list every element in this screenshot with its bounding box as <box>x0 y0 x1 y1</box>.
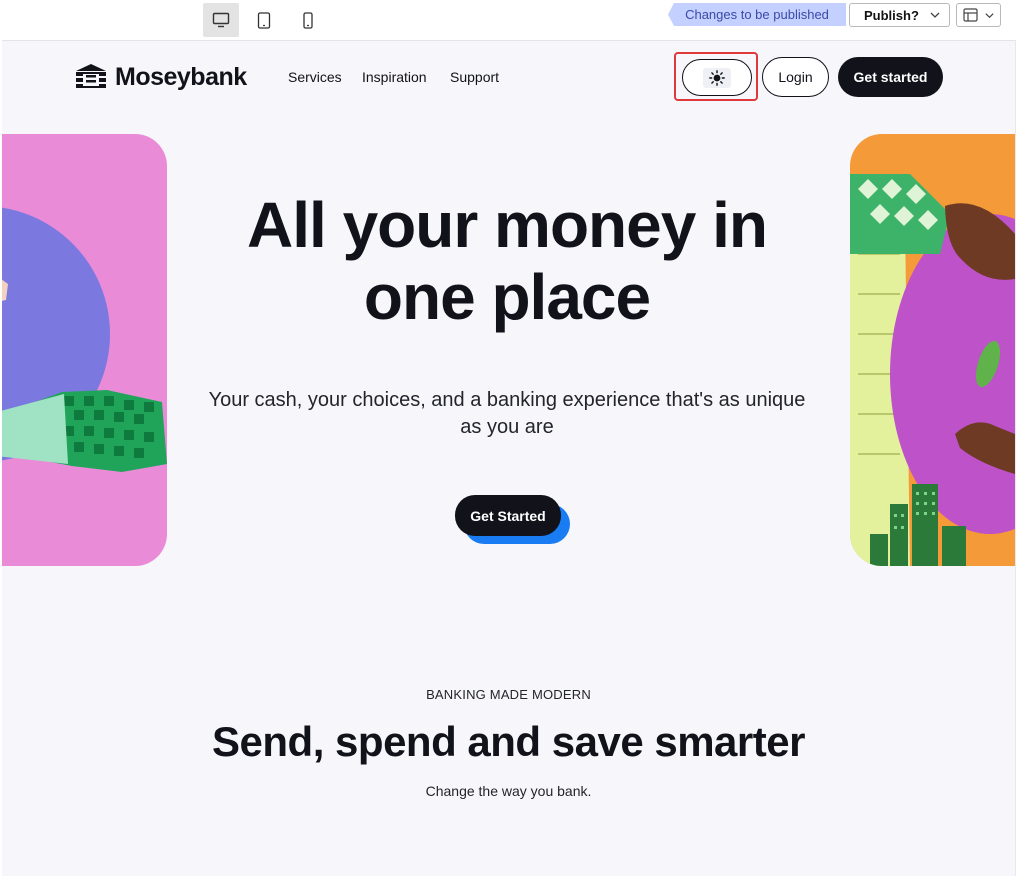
sun-icon <box>709 69 725 86</box>
bank-logo-icon <box>76 64 106 88</box>
theme-toggle-knob <box>703 67 731 88</box>
tablet-view-button[interactable] <box>246 3 282 37</box>
publish-button-label: Publish? <box>864 7 919 23</box>
theme-toggle-button[interactable] <box>682 59 752 96</box>
editor-toolbar: Changes to be published Publish? <box>0 0 1023 40</box>
mobile-icon <box>303 11 313 29</box>
layout-menu-button[interactable] <box>956 3 1001 27</box>
section-subtitle: Change the way you bank. <box>425 783 592 799</box>
layout-icon <box>963 8 978 22</box>
canvas-scrollbar[interactable] <box>1015 40 1023 876</box>
login-button[interactable]: Login <box>762 57 829 97</box>
hero-right-image <box>850 134 1015 566</box>
publish-button[interactable]: Publish? <box>849 3 950 27</box>
section-title: Send, spend and save smarter <box>212 718 805 765</box>
tablet-icon <box>257 11 271 29</box>
nav-support-link[interactable]: Support <box>450 69 499 85</box>
hero-title: All your money in one place <box>247 189 768 333</box>
desktop-icon <box>212 12 230 28</box>
nav-inspiration-link[interactable]: Inspiration <box>362 69 427 85</box>
hero-left-image <box>2 134 167 566</box>
desktop-view-button[interactable] <box>203 3 239 37</box>
chevron-down-icon <box>985 12 994 18</box>
section-eyebrow: BANKING MADE MODERN <box>426 687 591 702</box>
brand-logo[interactable]: Moseybank <box>74 62 247 92</box>
hero-subtitle: Your cash, your choices, and a banking e… <box>208 389 806 438</box>
brand-name: Moseybank <box>115 62 247 91</box>
publish-status-tag: Changes to be published <box>668 3 846 26</box>
nav-services-link[interactable]: Services <box>288 69 342 85</box>
site-preview-canvas: Moseybank Services Inspiration Support L… <box>2 40 1015 876</box>
selected-element-outline <box>674 52 758 101</box>
hero-get-started-button[interactable]: Get Started <box>455 495 561 536</box>
chevron-down-icon <box>930 12 940 18</box>
mobile-view-button[interactable] <box>290 3 326 37</box>
header-get-started-button[interactable]: Get started <box>838 57 943 97</box>
